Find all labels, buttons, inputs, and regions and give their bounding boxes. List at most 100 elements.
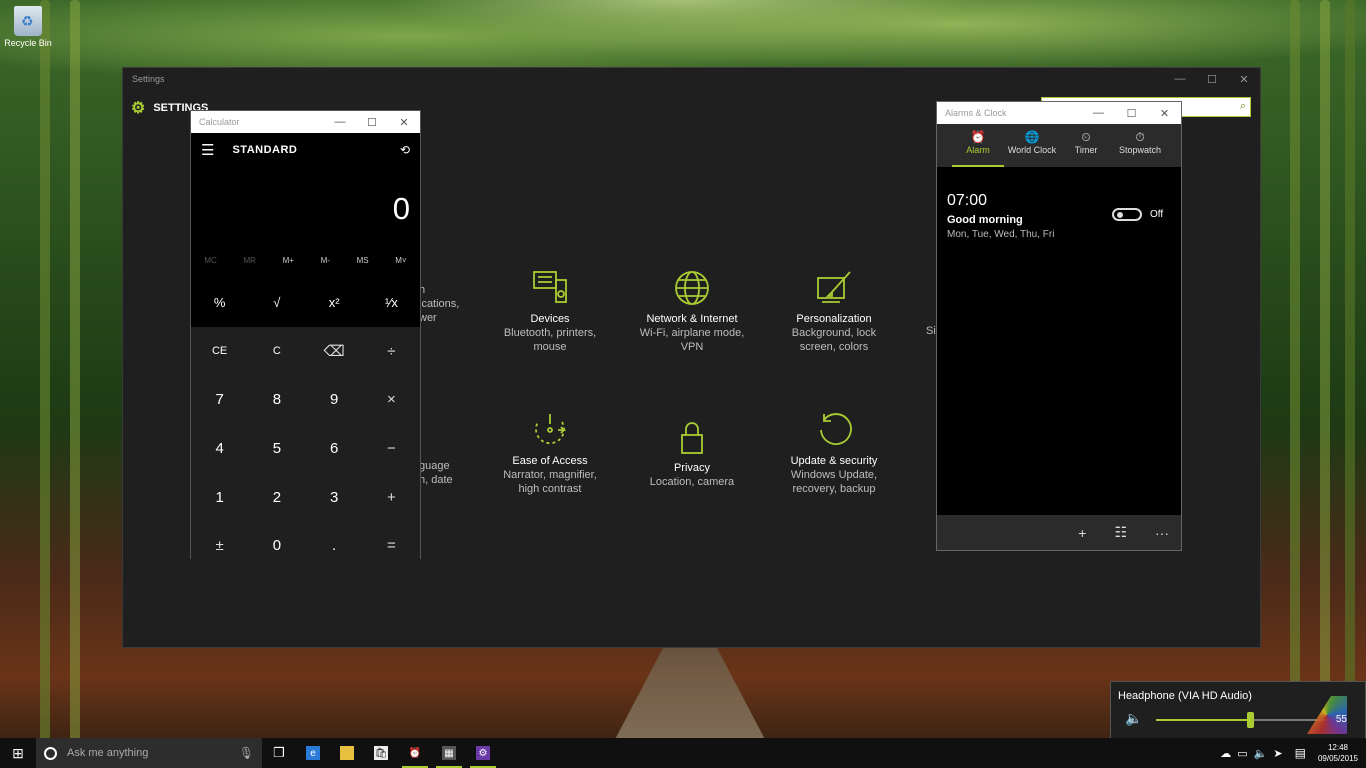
select-alarms-button[interactable]: ☷: [1114, 524, 1127, 541]
tile-devices-name: Devices: [530, 313, 570, 325]
tile-time-language-partial[interactable]: guage n, date: [419, 459, 453, 487]
tab-timer[interactable]: ⏲ Timer: [1060, 124, 1112, 167]
sqrt-button[interactable]: √: [248, 277, 305, 327]
hamburger-menu-icon[interactable]: ☰: [201, 141, 214, 159]
tile-time-language-name: guage: [419, 460, 450, 472]
calculator-close-button[interactable]: ✕: [388, 111, 420, 133]
digit-2-button[interactable]: 2: [248, 473, 305, 522]
backspace-button[interactable]: ⌫: [306, 327, 363, 376]
memory-recall-button[interactable]: MR: [243, 256, 255, 265]
tile-system-partial[interactable]: h ications, wer: [419, 283, 459, 325]
reciprocal-button[interactable]: ¹⁄x: [363, 277, 420, 327]
alarms-titlebar[interactable]: Alarms & Clock — ☐ ✕: [937, 102, 1181, 124]
globe-icon: [627, 268, 757, 308]
divide-button[interactable]: ÷: [363, 327, 420, 376]
tile-network[interactable]: Network & Internet Wi-Fi, airplane mode,…: [627, 268, 757, 354]
decimal-button[interactable]: .: [306, 521, 363, 570]
clear-button[interactable]: C: [248, 327, 305, 376]
taskbar-time: 12:48: [1327, 743, 1348, 752]
square-button[interactable]: x²: [306, 277, 363, 327]
taskbar-calculator[interactable]: ▦: [432, 738, 466, 768]
digit-6-button[interactable]: 6: [306, 424, 363, 473]
calculator-display: 0: [191, 167, 420, 243]
lock-icon: [627, 417, 757, 457]
taskbar-alarms[interactable]: ⏰: [398, 738, 432, 768]
memory-clear-button[interactable]: MC: [204, 256, 216, 265]
memory-add-button[interactable]: M+: [283, 256, 294, 265]
settings-close-button[interactable]: ✕: [1228, 68, 1260, 90]
digit-4-button[interactable]: 4: [191, 424, 248, 473]
start-button[interactable]: ⊞: [0, 738, 36, 768]
volume-slider-thumb[interactable]: [1246, 712, 1254, 728]
cortana-search[interactable]: Ask me anything 🎙: [36, 738, 262, 768]
volume-slider-fill: [1156, 719, 1250, 721]
taskbar-file-explorer[interactable]: [330, 738, 364, 768]
tab-alarm[interactable]: ⏰ Alarm: [952, 124, 1004, 167]
calculator-minimize-button[interactable]: —: [324, 111, 356, 133]
task-view-button[interactable]: ❒: [262, 738, 296, 768]
volume-flyout: Headphone (VIA HD Audio) 🔈 55: [1110, 681, 1366, 739]
memory-subtract-button[interactable]: M-: [321, 256, 330, 265]
negate-button[interactable]: ±: [191, 521, 248, 570]
alarm-item[interactable]: 07:00 Good morning Mon, Tue, Wed, Thu, F…: [947, 192, 1054, 240]
alarm-toggle-label: Off: [1150, 209, 1164, 220]
more-button[interactable]: ···: [1155, 525, 1169, 541]
digit-9-button[interactable]: 9: [306, 376, 363, 425]
digit-1-button[interactable]: 1: [191, 473, 248, 522]
alarm-toggle[interactable]: [1112, 208, 1142, 221]
network-icon[interactable]: ▭: [1237, 747, 1247, 760]
tile-network-sub2: VPN: [680, 341, 704, 353]
alarms-minimize-button[interactable]: —: [1082, 102, 1115, 124]
memory-store-button[interactable]: MS: [357, 256, 369, 265]
history-icon[interactable]: ⟲: [400, 143, 410, 157]
alarm-clock-icon: ⏰: [408, 747, 422, 759]
tile-ease-of-access[interactable]: Ease of Access Narrator, magnifier, high…: [485, 410, 615, 496]
tile-devices[interactable]: Devices Bluetooth, printers, mouse: [485, 268, 615, 354]
alarms-maximize-button[interactable]: ☐: [1115, 102, 1148, 124]
tile-privacy-name: Privacy: [673, 462, 711, 474]
volume-icon[interactable]: 🔈: [1254, 747, 1268, 760]
taskbar-store[interactable]: 🛍: [364, 738, 398, 768]
taskbar-clock[interactable]: 12:48 09/05/2015: [1318, 742, 1358, 764]
recycle-bin[interactable]: Recycle Bin: [4, 6, 52, 48]
add-alarm-button[interactable]: +: [1078, 525, 1086, 541]
alarms-command-bar: + ☷ ···: [937, 515, 1181, 550]
speaker-icon[interactable]: 🔈: [1125, 710, 1142, 727]
tile-system-name: h: [419, 284, 426, 296]
taskbar-settings[interactable]: ⚙: [466, 738, 500, 768]
tile-personalization[interactable]: Personalization Background, lock screen,…: [769, 268, 899, 354]
store-icon: 🛍: [374, 746, 388, 760]
calculator-mode-label: STANDARD: [232, 144, 298, 156]
percent-button[interactable]: %: [191, 277, 248, 327]
tile-update-security-sub1: Windows Update,: [790, 469, 878, 481]
alarms-close-button[interactable]: ✕: [1148, 102, 1181, 124]
tile-personalization-sub2: screen, colors: [799, 341, 869, 353]
onedrive-icon[interactable]: ☁: [1220, 747, 1231, 760]
equals-button[interactable]: =: [363, 521, 420, 570]
digit-0-button[interactable]: 0: [248, 521, 305, 570]
alarms-window: Alarms & Clock — ☐ ✕ ⏰ Alarm 🌐 World Clo…: [936, 101, 1182, 551]
microphone-icon[interactable]: 🎙: [239, 746, 254, 760]
clear-entry-button[interactable]: CE: [191, 327, 248, 376]
add-button[interactable]: +: [363, 473, 420, 522]
tile-time-language-sub: n, date: [419, 474, 453, 486]
calculator-maximize-button[interactable]: ☐: [356, 111, 388, 133]
digit-7-button[interactable]: 7: [191, 376, 248, 425]
tile-privacy[interactable]: Privacy Location, camera: [627, 417, 757, 489]
digit-5-button[interactable]: 5: [248, 424, 305, 473]
multiply-button[interactable]: ×: [363, 376, 420, 425]
calculator-title: Calculator: [199, 117, 240, 127]
settings-minimize-button[interactable]: —: [1164, 68, 1196, 90]
volume-slider[interactable]: [1156, 712, 1326, 728]
tile-update-security[interactable]: Update & security Windows Update, recove…: [769, 410, 899, 496]
memory-list-button[interactable]: M˅: [395, 256, 406, 265]
calculator-titlebar[interactable]: Calculator — ☐ ✕: [191, 111, 420, 133]
digit-3-button[interactable]: 3: [306, 473, 363, 522]
settings-maximize-button[interactable]: ☐: [1196, 68, 1228, 90]
tab-stopwatch[interactable]: ⏱ Stopwatch: [1114, 124, 1166, 167]
taskbar-edge[interactable]: e: [296, 738, 330, 768]
digit-8-button[interactable]: 8: [248, 376, 305, 425]
action-center-icon[interactable]: ▤: [1295, 746, 1306, 760]
subtract-button[interactable]: −: [363, 424, 420, 473]
tab-world-clock[interactable]: 🌐 World Clock: [1006, 124, 1058, 167]
